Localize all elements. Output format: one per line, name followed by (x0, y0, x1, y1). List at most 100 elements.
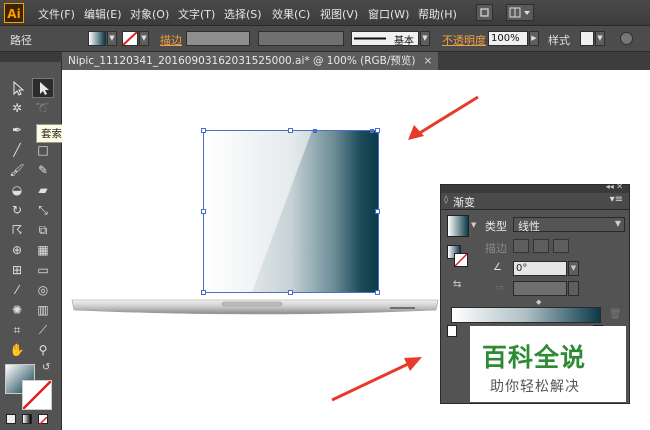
lasso-tool-icon[interactable]: ➰ (32, 98, 54, 118)
menu-help[interactable]: 帮助(H) (418, 6, 457, 22)
panel-drag-bar[interactable]: ◂◂ ✕ (441, 182, 629, 193)
panel-toggle-icon[interactable]: ◊ (444, 195, 448, 204)
rectangle-tool-icon[interactable]: □ (32, 140, 54, 160)
type-select[interactable]: 线性 ▼ (513, 217, 625, 233)
gradient-tool-icon[interactable]: ▭ (32, 260, 54, 280)
rotate-tool-icon[interactable]: ↻ (6, 200, 28, 220)
slice-tool-icon[interactable]: ⟋ (32, 320, 54, 340)
zoom-tool-icon[interactable]: ⚲ (32, 340, 54, 360)
reverse-gradient-icon[interactable]: ⇆ (453, 279, 461, 290)
brush-definition-field[interactable]: 基本 (351, 31, 419, 47)
gradient-preset-dropdown-icon[interactable]: ▼ (471, 221, 476, 229)
anchor-point[interactable] (313, 129, 317, 133)
gradient-mode-icon[interactable] (22, 414, 32, 424)
paintbrush-tool-icon[interactable]: 🖌 (6, 160, 28, 180)
menu-view[interactable]: 视图(V) (320, 6, 358, 22)
mesh-tool-icon[interactable]: ⊞ (6, 260, 28, 280)
menu-select[interactable]: 选择(S) (224, 6, 262, 22)
menu-edit[interactable]: 编辑(E) (84, 6, 122, 22)
bridge-button[interactable] (476, 4, 493, 21)
aspect-ratio-field[interactable] (513, 281, 567, 296)
none-mode-icon[interactable] (38, 414, 48, 426)
stroke-weight-field[interactable] (186, 31, 250, 46)
aspect-ratio-icon: ▭ (495, 283, 504, 293)
app-logo: Ai (4, 3, 24, 23)
eyedropper-tool-icon[interactable]: ⁄ (6, 280, 28, 300)
direct-selection-tool-icon[interactable] (32, 78, 54, 98)
eraser-tool-icon[interactable]: ▰ (32, 180, 54, 200)
free-transform-tool-icon[interactable]: ⧉ (32, 220, 54, 240)
gradient-slider[interactable] (451, 307, 601, 323)
anchor-point[interactable] (370, 129, 374, 133)
type-select-value: 线性 (518, 220, 540, 233)
style-swatch[interactable] (580, 31, 594, 46)
handle-bottom-center[interactable] (288, 290, 293, 295)
aspect-ratio-dropdown[interactable] (568, 281, 579, 296)
brush-dropdown[interactable]: ▼ (420, 31, 430, 46)
annotation-arrow-top (408, 95, 479, 140)
fill-swatch[interactable] (88, 31, 106, 46)
swap-colors-icon[interactable]: ↺ (42, 362, 50, 373)
selection-tool-icon[interactable] (6, 78, 28, 98)
stroke-along-button[interactable] (533, 239, 549, 253)
warp-tool-icon[interactable]: ☈ (6, 220, 28, 240)
magic-wand-tool-icon[interactable]: ✲ (6, 98, 28, 118)
scale-tool-icon[interactable]: ⤡ (32, 200, 54, 220)
angle-dropdown[interactable]: ▼ (568, 261, 579, 276)
midpoint-diamond-icon[interactable]: ◆ (536, 298, 541, 306)
stroke-swatch[interactable] (122, 31, 138, 46)
brush-stroke-icon (354, 37, 386, 40)
shape-builder-tool-icon[interactable]: ⊕ (6, 240, 28, 260)
stroke-color-swatch[interactable] (22, 380, 52, 410)
bridge-icon (480, 8, 489, 17)
color-mode-icon[interactable] (6, 414, 16, 424)
fill-dropdown[interactable]: ▼ (107, 31, 117, 46)
stroke-within-button[interactable] (513, 239, 529, 253)
perspective-grid-tool-icon[interactable]: ▦ (32, 240, 54, 260)
stroke-link[interactable]: 描边 (160, 32, 182, 48)
line-tool-icon[interactable]: ╱ (6, 140, 28, 160)
opacity-link[interactable]: 不透明度 (442, 32, 486, 48)
gradient-preview-swatch[interactable] (447, 215, 469, 237)
menu-effect[interactable]: 效果(C) (272, 6, 310, 22)
stroke-dropdown[interactable]: ▼ (139, 31, 149, 46)
stroke-indicator[interactable] (454, 253, 468, 267)
handle-top-right[interactable] (375, 128, 380, 133)
pencil-tool-icon[interactable]: ✎ (32, 160, 54, 180)
collapse-panel-icon[interactable]: ◂◂ ✕ (606, 182, 623, 191)
selection-bounding-box[interactable] (203, 130, 379, 293)
handle-bottom-right[interactable] (375, 290, 380, 295)
handle-middle-left[interactable] (201, 209, 206, 214)
close-tab-icon[interactable]: × (424, 55, 433, 67)
handle-top-center[interactable] (288, 128, 293, 133)
artboard-tool-icon[interactable]: ⌗ (6, 320, 28, 340)
style-dropdown[interactable]: ▼ (595, 31, 605, 46)
delete-stop-icon[interactable]: 🗑 (609, 309, 622, 320)
watermark-title: 百科全说 (482, 343, 587, 372)
recolor-artwork-icon[interactable] (620, 32, 633, 45)
menu-type[interactable]: 文字(T) (178, 6, 215, 22)
arrange-documents-button[interactable] (506, 4, 534, 21)
handle-top-left[interactable] (201, 128, 206, 133)
column-graph-tool-icon[interactable]: ▥ (32, 300, 54, 320)
opacity-dropdown[interactable]: ▶ (529, 31, 539, 46)
opacity-field[interactable]: 100% (488, 31, 528, 46)
gradient-panel-title[interactable]: 渐变 (453, 194, 475, 210)
handle-bottom-left[interactable] (201, 290, 206, 295)
handle-middle-right[interactable] (375, 209, 380, 214)
stroke-across-button[interactable] (553, 239, 569, 253)
menu-window[interactable]: 窗口(W) (368, 6, 409, 22)
document-tab-bar: Nipic_11120341_20160903162031525000.ai* … (62, 52, 650, 70)
symbol-sprayer-tool-icon[interactable]: ✺ (6, 300, 28, 320)
document-tab[interactable]: Nipic_11120341_20160903162031525000.ai* … (62, 52, 439, 70)
menu-file[interactable]: 文件(F) (38, 6, 75, 22)
menu-object[interactable]: 对象(O) (130, 6, 169, 22)
pen-tool-icon[interactable]: ✒ (6, 120, 28, 140)
hand-tool-icon[interactable]: ✋ (6, 340, 28, 360)
gradient-stop-start[interactable] (447, 325, 457, 337)
angle-field[interactable]: 0° (513, 261, 567, 276)
variable-width-profile[interactable] (258, 31, 344, 46)
panel-menu-icon[interactable]: ▾≡ (610, 194, 623, 205)
blend-tool-icon[interactable]: ◎ (32, 280, 54, 300)
blob-brush-tool-icon[interactable]: ◒ (6, 180, 28, 200)
